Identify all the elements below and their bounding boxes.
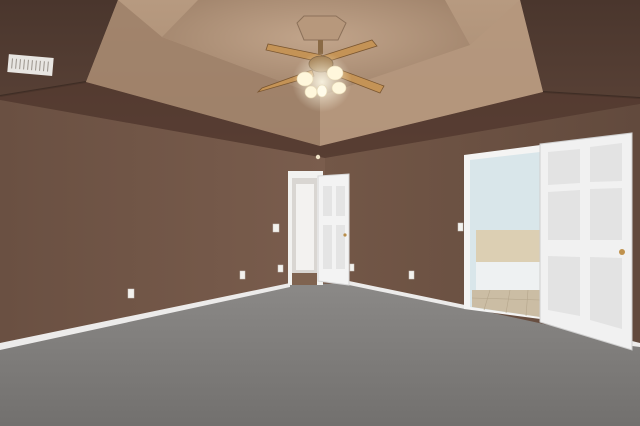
bathroom-door[interactable] (539, 132, 633, 351)
outlet-icon (408, 270, 415, 280)
fan-light-bulb (304, 85, 318, 99)
recessed-light-icon (315, 154, 321, 160)
outlet-icon (127, 288, 135, 299)
outlet-icon (349, 263, 355, 272)
door-knob-icon[interactable] (619, 249, 625, 255)
fan-light-bulb (331, 81, 347, 95)
fan-light-bulb (296, 71, 314, 87)
outlet-icon (239, 270, 246, 280)
fan-light-bulb (316, 84, 328, 98)
light-switch-icon[interactable] (457, 222, 464, 232)
door-knob-icon[interactable] (343, 233, 347, 237)
light-switch-icon[interactable] (272, 223, 280, 233)
fan-light-bulb (326, 65, 344, 81)
outlet-icon (277, 264, 284, 273)
bathroom-doorway (464, 144, 548, 320)
bathtub-surround (476, 230, 540, 262)
hallway-door[interactable] (317, 173, 350, 286)
bedroom-photo (0, 0, 640, 426)
bathtub (476, 262, 540, 290)
